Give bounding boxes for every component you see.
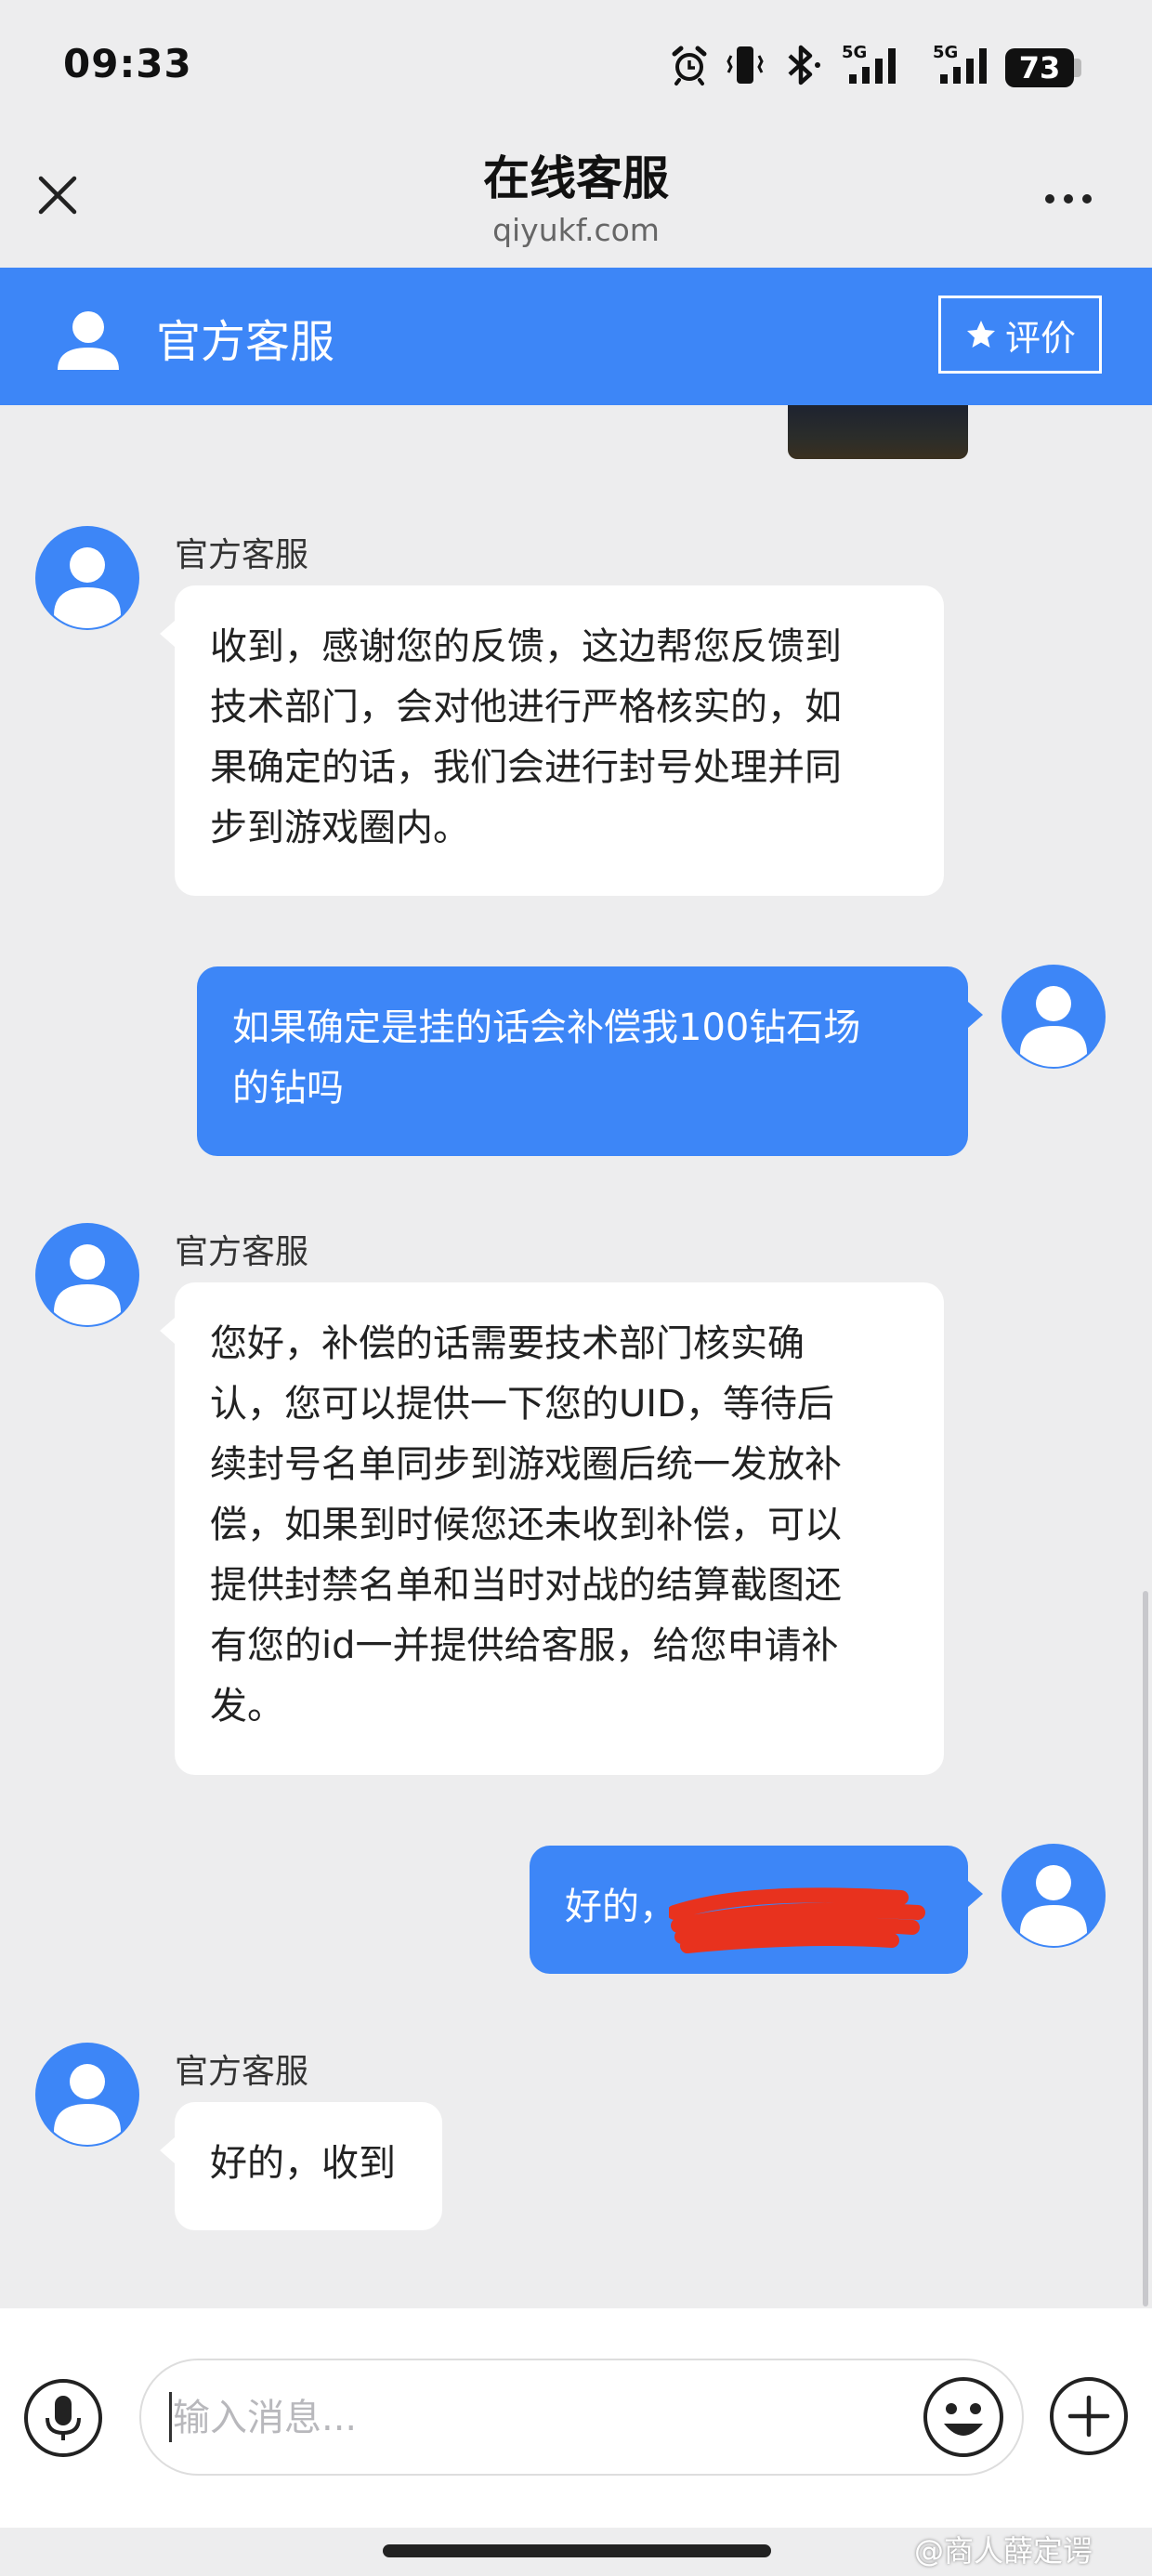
message-line: 技术部门，会对他进行严格核实的，如: [210, 686, 842, 729]
message-bubble-incoming: 收到，感谢您的反馈，这边帮您反馈到 技术部门，会对他进行严格核实的，如 果确定的…: [160, 585, 944, 896]
status-time: 09:33: [63, 41, 192, 86]
rate-button[interactable]: 评价: [938, 296, 1102, 374]
message-line: 有您的id一并提供给客服，给您申请补: [210, 1624, 839, 1667]
mic-icon[interactable]: [22, 2377, 104, 2459]
message-input[interactable]: [171, 2388, 899, 2448]
message-line: 发。: [210, 1685, 284, 1728]
message-input-field[interactable]: [139, 2359, 1024, 2476]
watermark: @商人薛定谔: [914, 2533, 1093, 2569]
message-text: 好的，: [565, 1886, 676, 1928]
sender-name: 官方客服: [175, 2053, 309, 2091]
rate-label: 评价: [1004, 317, 1076, 359]
message-line: 偿，如果到时候您还未收到补偿，可以: [210, 1504, 842, 1546]
message-text: 好的，收到: [210, 2142, 396, 2185]
home-indicator[interactable]: [383, 2544, 771, 2557]
message-line: 您好，补偿的话需要技术部门核实确: [210, 1322, 805, 1365]
image-message-thumbnail[interactable]: [788, 405, 968, 459]
user-avatar-icon: [1001, 965, 1106, 1069]
star-icon: [966, 321, 995, 348]
alarm-icon: [672, 46, 707, 85]
plus-icon[interactable]: [1048, 2375, 1130, 2457]
bluetooth-icon: [788, 45, 820, 85]
vibrate-icon: [727, 46, 764, 84]
signal-icon: [849, 48, 896, 84]
message-line: 的钻吗: [232, 1067, 344, 1110]
user-avatar-icon: [1001, 1844, 1106, 1948]
signal-icon: [940, 48, 987, 84]
message-line: 认，您可以提供一下您的UID，等待后: [210, 1383, 834, 1426]
more-icon[interactable]: [1031, 180, 1106, 217]
battery-tip: [1074, 59, 1081, 77]
emoji-icon[interactable]: [922, 2375, 1005, 2459]
page-url: qiyukf.com: [492, 212, 660, 248]
agent-avatar-icon: [35, 1223, 139, 1327]
message-bubble-incoming: 好的，收到: [160, 2102, 442, 2230]
scrollbar[interactable]: [1143, 1591, 1148, 2307]
agent-avatar-icon: [35, 526, 139, 630]
sender-name: 官方客服: [175, 536, 309, 574]
agent-name: 官方客服: [156, 316, 335, 368]
message-bubble-incoming: 您好，补偿的话需要技术部门核实确 认，您可以提供一下您的UID，等待后 续封号名…: [160, 1282, 944, 1775]
message-line: 果确定的话，我们会进行封号处理并同: [210, 746, 842, 789]
message-line: 步到游戏圈内。: [210, 807, 470, 849]
user-avatar-icon: [58, 311, 119, 370]
message-bubble-outgoing: 如果确定是挂的话会补偿我100钻石场 的钻吗: [197, 966, 983, 1156]
message-line: 如果确定是挂的话会补偿我100钻石场: [232, 1006, 861, 1049]
page-title: 在线客服: [483, 151, 669, 205]
message-line: 收到，感谢您的反馈，这边帮您反馈到: [210, 625, 842, 668]
message-line: 续封号名单同步到游戏圈后统一发放补: [210, 1443, 842, 1486]
battery-icon: 73: [1005, 48, 1074, 87]
redaction-scribble: [669, 1887, 925, 1953]
agent-avatar-icon: [35, 2043, 139, 2147]
text-caret: [169, 2392, 172, 2442]
sender-name: 官方客服: [175, 1233, 309, 1271]
message-line: 提供封禁名单和当时对战的结算截图还: [210, 1564, 842, 1607]
